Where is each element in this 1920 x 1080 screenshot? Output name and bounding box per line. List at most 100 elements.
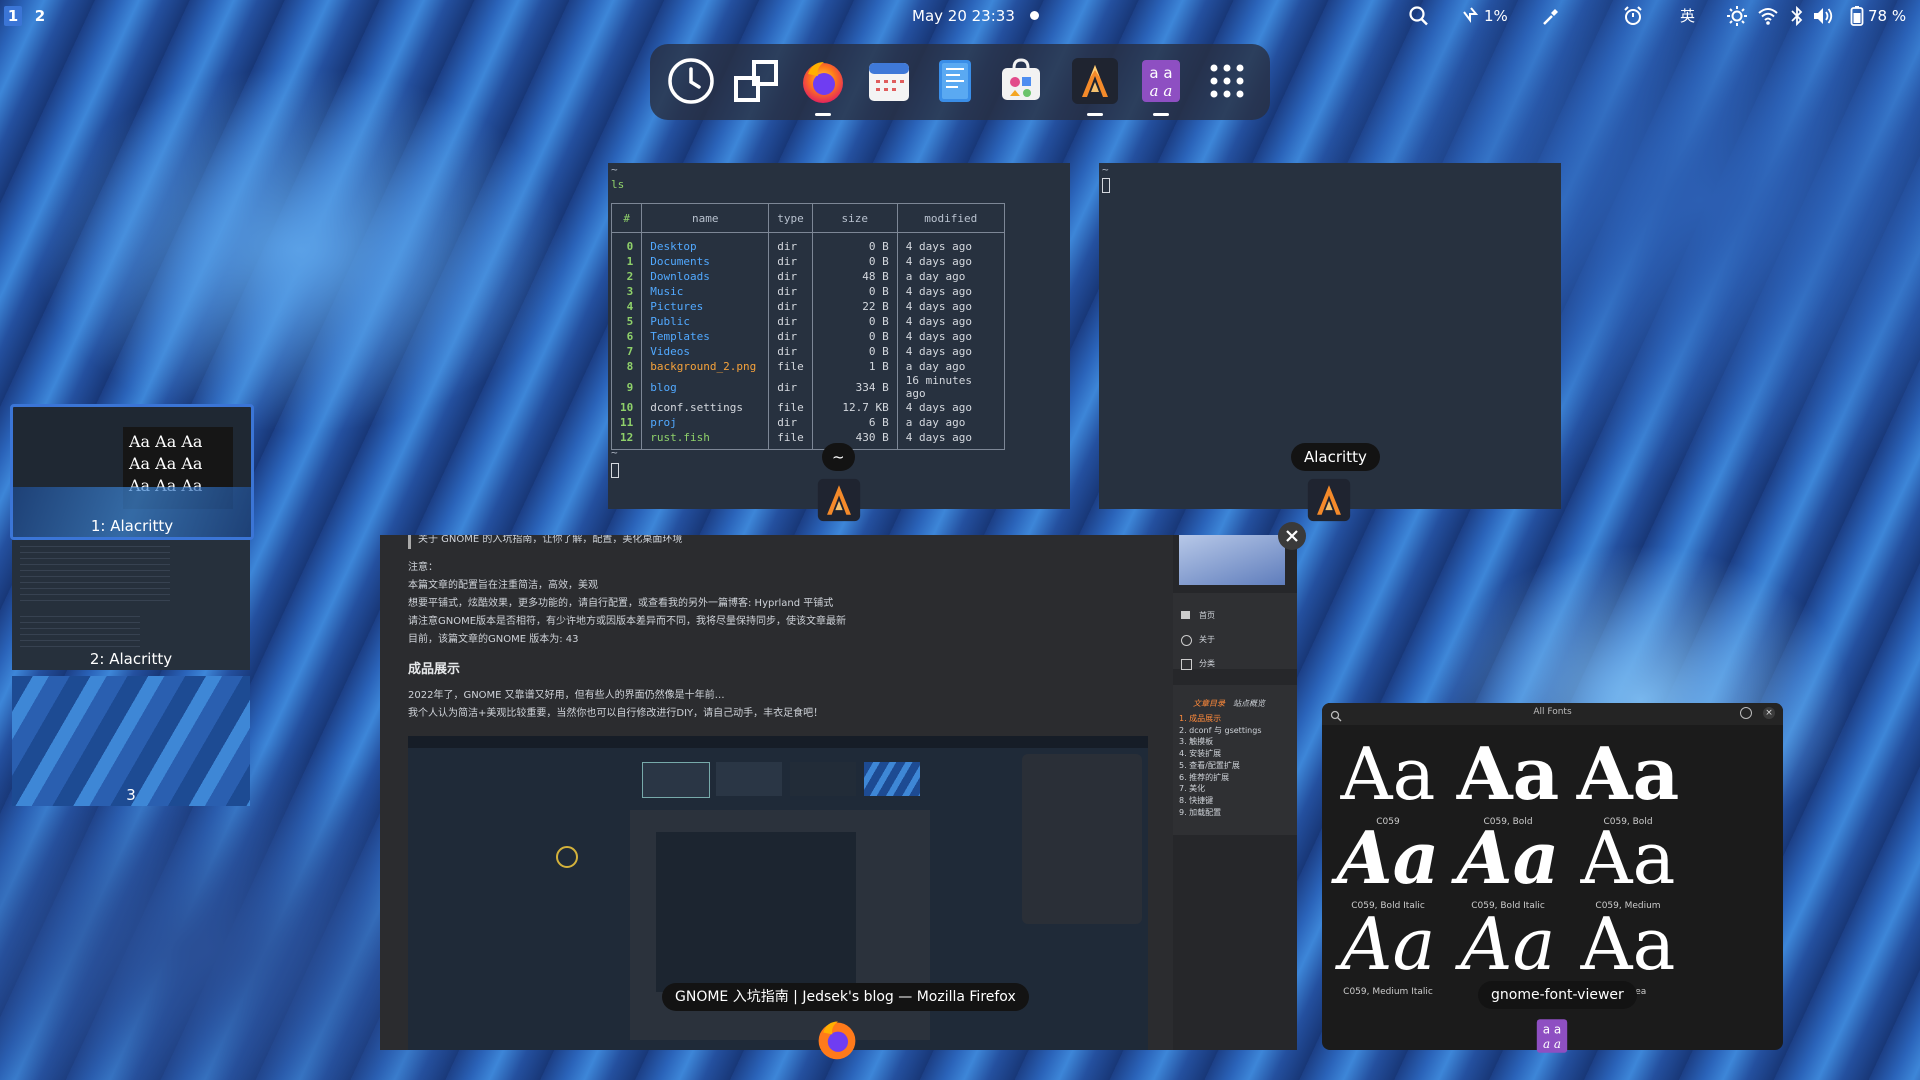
text-editor-icon[interactable] — [930, 56, 980, 106]
table-cell: 0 B — [811, 254, 898, 269]
clock-app-icon[interactable] — [666, 56, 716, 106]
table-row: 0 Desktop dir 0 B4 days ago — [610, 232, 1005, 254]
battery-percent: 78 % — [1868, 7, 1907, 25]
table-cell: 7 — [610, 344, 643, 359]
table-cell: 0 B — [811, 314, 898, 329]
running-indicator — [815, 113, 831, 116]
power-saver-percent: 1% — [1484, 7, 1508, 25]
toc-item[interactable]: 3. 触摸板 — [1179, 736, 1213, 747]
table-cell: 4 days ago — [896, 400, 1005, 415]
software-center-icon[interactable] — [996, 56, 1046, 106]
table-row: 1 Documents dir 0 B4 days ago — [610, 254, 1005, 269]
toc-item[interactable]: 6. 推荐的扩展 — [1179, 772, 1229, 783]
overview-tab[interactable]: 站点概览 — [1233, 695, 1265, 713]
table-cell: Music — [641, 284, 770, 299]
table-cell: 6 B — [811, 415, 898, 430]
column-header: modified — [896, 203, 1005, 233]
firefox-window[interactable]: 关于 GNOME 的入坑指南，让你了解，配置，美化桌面环境 注意： 本篇文章的配… — [380, 535, 1297, 1050]
toc-item[interactable]: 2. dconf 与 gsettings — [1179, 725, 1262, 736]
table-cell: 4 days ago — [896, 430, 1005, 450]
blog-line: 2022年了，GNOME 又靠谱又好用，但有些人的界面仍然像是十年前… — [408, 690, 725, 701]
font-sample: Aa — [1580, 902, 1676, 986]
font-preview-tile[interactable]: Aa C059, Bold Italic — [1438, 815, 1578, 911]
font-preview-tile[interactable]: Aa C059, Bold — [1558, 731, 1698, 827]
table-row: 6 Templates dir 0 B4 days ago — [610, 329, 1005, 344]
table-cell: 22 B — [811, 299, 898, 314]
firefox-icon[interactable] — [798, 56, 848, 116]
brightness-icon[interactable] — [1726, 4, 1748, 28]
toc-item[interactable]: 1. 成品展示 — [1179, 713, 1221, 724]
sidebar-nav-about[interactable]: 关于 — [1199, 631, 1215, 649]
dash-dock: a aa a — [650, 44, 1270, 120]
blog-section-title: 成品展示 — [408, 662, 461, 677]
volume-icon[interactable] — [1812, 4, 1834, 28]
blog-avatar-image — [1179, 535, 1285, 585]
table-cell: dir — [768, 415, 813, 430]
blog-line: 我个人认为简洁+美观比较重要，当然你也可以自行修改进行DIY，请自己动手，丰衣足… — [408, 708, 824, 719]
workspace-thumbnail-label: 1: Alacritty — [90, 517, 174, 535]
workspace-thumbnail-1[interactable]: Aa Aa Aa Aa Aa Aa Aa Aa Aa 1: Alacritty — [10, 404, 254, 540]
toc-item[interactable]: 8. 快捷键 — [1179, 795, 1213, 806]
table-cell: 0 — [610, 232, 643, 254]
table-cell: Desktop — [641, 232, 770, 254]
table-cell: 4 days ago — [896, 232, 1005, 254]
table-cell: 10 — [610, 400, 643, 415]
font-viewer-icon: a aa a — [1532, 1016, 1572, 1056]
table-cell: dir — [768, 269, 813, 284]
workspace-thumbnail-3[interactable]: 3 — [12, 676, 250, 806]
font-viewer-icon[interactable]: a aa a — [1136, 56, 1186, 116]
workspace-indicator-1[interactable]: 1 — [4, 6, 22, 26]
table-cell: 3 — [610, 284, 643, 299]
app-grid-icon[interactable] — [1202, 56, 1252, 106]
wifi-icon[interactable] — [1757, 4, 1779, 28]
table-row: 12 rust.fish file 430 B4 days ago — [610, 430, 1005, 450]
search-icon[interactable] — [1408, 4, 1430, 28]
blog-line: 本篇文章的配置旨在注重简洁，高效，美观 — [408, 580, 598, 591]
color-picker-icon[interactable] — [1540, 4, 1560, 28]
bluetooth-icon[interactable] — [1789, 4, 1805, 28]
close-icon[interactable]: × — [1763, 707, 1775, 719]
toc-item[interactable]: 4. 安装扩展 — [1179, 748, 1221, 759]
table-cell: dir — [768, 232, 813, 254]
table-cell: dir — [768, 329, 813, 344]
workspace-thumbnail-2[interactable]: 2: Alacritty — [12, 540, 250, 670]
table-cell: dir — [768, 299, 813, 314]
table-cell: 4 days ago — [896, 254, 1005, 269]
clock[interactable]: May 20 23:33 — [912, 5, 1015, 27]
connections-app-icon[interactable] — [732, 56, 782, 106]
font-sample: Aa — [1456, 731, 1560, 816]
toc-tab[interactable]: 文章目录 — [1193, 695, 1225, 713]
table-cell: 0 B — [811, 232, 898, 254]
alacritty-icon[interactable] — [1070, 56, 1120, 116]
toc-item[interactable]: 9. 加载配置 — [1179, 807, 1221, 818]
toc-item[interactable]: 5. 查看/配置扩展 — [1179, 760, 1240, 771]
table-row: 3 Music dir 0 B4 days ago — [610, 284, 1005, 299]
svg-text:a a: a a — [1543, 1037, 1561, 1051]
sidebar-nav-home[interactable]: 首页 — [1199, 607, 1215, 625]
close-icon — [1286, 530, 1298, 542]
battery-icon[interactable] — [1850, 4, 1864, 28]
firefox-icon — [814, 1016, 860, 1062]
font-preview-tile[interactable]: Aa C059, Bold — [1438, 731, 1578, 827]
toc-item[interactable]: 7. 美化 — [1179, 783, 1205, 794]
calendar-icon[interactable] — [864, 56, 914, 106]
workspace-indicator-2[interactable]: 2 — [31, 6, 49, 26]
info-icon[interactable] — [1740, 707, 1752, 719]
table-cell: a day ago — [896, 415, 1005, 430]
font-preview-tile[interactable]: Aa C059, Medium — [1558, 815, 1698, 911]
table-cell: 6 — [610, 329, 643, 344]
input-method-indicator[interactable]: 英 — [1680, 4, 1695, 28]
table-cell: Pictures — [641, 299, 770, 314]
table-row: 9 blog dir 334 B 16 minutes ago — [610, 374, 1005, 400]
alarm-clock-icon[interactable] — [1622, 4, 1644, 28]
power-saver-icon[interactable] — [1461, 4, 1479, 28]
table-row: 8 background_2.png file 1 Ba day ago — [610, 359, 1005, 374]
table-cell: a day ago — [896, 359, 1005, 374]
table-cell: 4 days ago — [896, 284, 1005, 299]
table-cell: 334 B — [811, 374, 898, 400]
svg-text:a a: a a — [1543, 1023, 1562, 1037]
window-label-terminal-1: ~ — [822, 443, 855, 471]
sidebar-nav-categories[interactable]: 分类 — [1199, 655, 1215, 673]
alacritty-icon — [816, 477, 862, 523]
close-window-button[interactable] — [1278, 522, 1306, 550]
